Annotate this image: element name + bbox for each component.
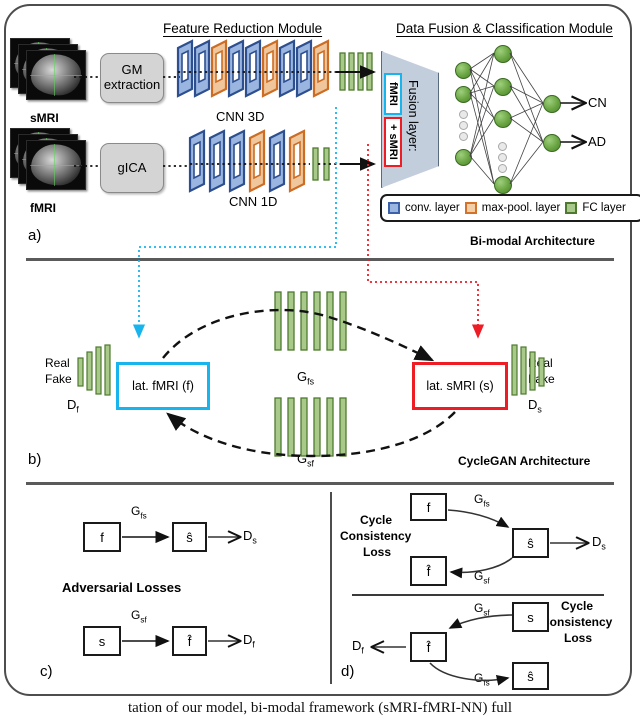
latent-fmri-label: lat. fMRI (f) [132, 379, 194, 393]
label-d-top-gen-back: Gsf [474, 569, 490, 586]
legend-swatch-maxpool-icon [464, 202, 477, 214]
discriminator-f-real-label: Real [45, 356, 70, 370]
legend-swatch-conv-icon [388, 202, 400, 214]
header-data-fusion: Data Fusion & Classification Module [396, 21, 613, 36]
box-d-top-back[interactable]: f̂ [410, 556, 447, 586]
discriminator-s-label: Ds [528, 397, 542, 415]
gm-extraction-box[interactable]: GM extraction [100, 53, 164, 103]
panel-b-title: CycleGAN Architecture [458, 454, 591, 468]
legend-label-conv: conv. layer [405, 202, 460, 214]
panel-d-title-bot-3: Loss [564, 631, 593, 645]
box-d-bot-back[interactable]: ŝ [512, 662, 549, 690]
divider-c-d [330, 492, 332, 684]
output-label-ad: AD [588, 134, 607, 149]
nn-node [455, 62, 472, 79]
label-d-bot-gen-back: Gfs [474, 671, 490, 688]
generator-fs-label: Gfs [297, 369, 314, 387]
cnn-3d-label: CNN 3D [216, 109, 265, 124]
gm-extraction-line1: GM [121, 62, 143, 78]
panel-a-title: Bi-modal Architecture [470, 234, 595, 248]
panel-a-letter: a) [28, 227, 42, 244]
fusion-layer-label: Fusion layer: [406, 80, 420, 152]
smri-image-stack [10, 38, 88, 104]
divider-b-cd [26, 482, 614, 485]
panel-d-title-top-2: Consistency [340, 529, 412, 543]
legend-swatch-fc-icon [565, 202, 578, 214]
box-d-bot-src[interactable]: s [512, 602, 549, 632]
fusion-tag-fmri: fMRI [384, 73, 402, 115]
generator-sf-label: Gsf [297, 451, 314, 469]
nn-ellipsis-dot [459, 110, 468, 119]
latent-smri-box[interactable]: lat. sMRI (s) [412, 362, 508, 410]
nn-node [494, 45, 512, 63]
label-c-row2-disc: Df [243, 632, 255, 650]
box-d-bot-mid[interactable]: f̂ [410, 632, 447, 662]
box-c-row1-dst[interactable]: ŝ [172, 522, 207, 552]
nn-output-node-cn [543, 95, 561, 113]
nn-node [494, 176, 512, 194]
header-feature-reduction: Feature Reduction Module [163, 21, 323, 36]
gica-box[interactable]: gICA [100, 143, 164, 193]
nn-ellipsis-dot [498, 142, 507, 151]
panel-c-letter: c) [40, 663, 53, 680]
panel-b-letter: b) [28, 451, 42, 468]
fmri-label: fMRI [30, 201, 56, 215]
gm-extraction-line2: extraction [103, 77, 161, 92]
discriminator-f-fake-label: Fake [45, 372, 72, 386]
latent-fmri-box[interactable]: lat. fMRI (f) [116, 362, 210, 410]
legend-label-fc: FC layer [582, 202, 626, 214]
legend: conv. layer max-pool. layer FC layer [380, 194, 640, 222]
latent-smri-label: lat. sMRI (s) [426, 379, 494, 393]
discriminator-f-label: Df [67, 397, 79, 415]
box-c-row1-src[interactable]: f [83, 522, 121, 552]
box-c-row2-src[interactable]: s [83, 626, 121, 656]
panel-d-title-bot-1: Cycle [561, 599, 594, 613]
figure-caption: tation of our model, bi-modal framework … [127, 700, 513, 716]
label-d-top-gen-fwd: Gfs [474, 492, 490, 509]
cnn-1d-label: CNN 1D [229, 194, 278, 209]
panel-d-title-bot-2: Consistency [541, 615, 613, 629]
fusion-tag-smri: + sMRI [384, 117, 402, 167]
nn-node [494, 78, 512, 96]
label-d-top-disc: Ds [592, 534, 606, 552]
discriminator-s-fake-label: Fake [528, 372, 555, 386]
label-d-bot-disc: Df [352, 638, 364, 656]
smri-label: sMRI [30, 111, 59, 125]
nn-node [455, 86, 472, 103]
output-label-cn: CN [588, 95, 607, 110]
nn-output-node-ad [543, 134, 561, 152]
label-d-bot-gen-fwd: Gsf [474, 601, 490, 618]
divider-d-top-bottom [352, 594, 604, 596]
gica-label: gICA [117, 159, 147, 175]
nn-ellipsis-dot [498, 164, 507, 173]
panel-d-letter: d) [341, 663, 355, 680]
nn-ellipsis-dot [459, 121, 468, 130]
label-c-row2-gen: Gsf [131, 608, 147, 625]
discriminator-s-real-label: Real [528, 356, 553, 370]
panel-d-title-top-1: Cycle [360, 513, 393, 527]
fmri-image-stack [10, 128, 88, 194]
box-d-top-mid[interactable]: ŝ [512, 528, 549, 558]
divider-a-b [26, 258, 614, 261]
box-d-top-src[interactable]: f [410, 493, 447, 521]
nn-node [455, 149, 472, 166]
label-c-row1-gen: Gfs [131, 504, 147, 521]
figure-root: a) Feature Reduction Module Data Fusion … [0, 0, 640, 726]
label-c-row1-disc: Ds [243, 528, 257, 546]
legend-label-maxpool: max-pool. layer [481, 202, 561, 214]
nn-ellipsis-dot [459, 132, 468, 141]
box-c-row2-dst[interactable]: f̂ [172, 626, 207, 656]
panel-d-title-top-3: Loss [363, 545, 392, 559]
panel-c-title: Adversarial Losses [62, 580, 182, 595]
nn-node [494, 110, 512, 128]
nn-ellipsis-dot [498, 153, 507, 162]
